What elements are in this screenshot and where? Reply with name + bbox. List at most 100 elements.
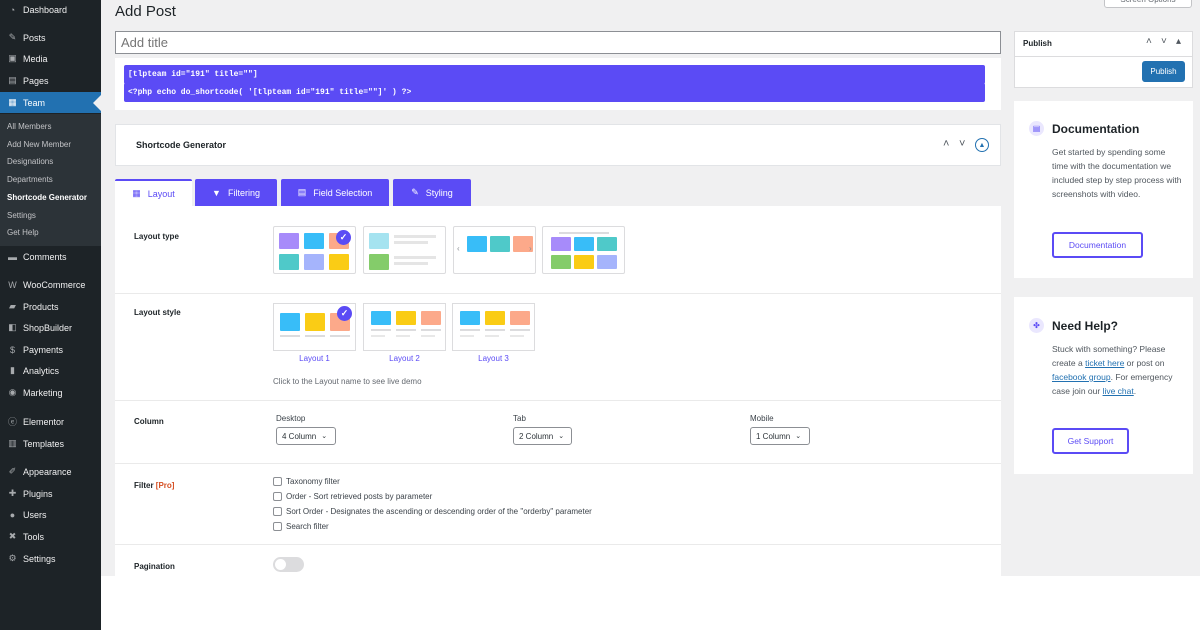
sidebar-item-shopbuilder[interactable]: ◧ ShopBuilder (0, 317, 101, 338)
layout-type-list-option[interactable] (363, 226, 446, 274)
pagination-toggle[interactable] (273, 557, 304, 572)
layout-type-filter-option[interactable] (542, 226, 625, 274)
layout-style-1-link[interactable]: Layout 1 (273, 354, 356, 363)
tab-filtering[interactable]: ▼ Filtering (195, 179, 277, 206)
shortcode-text[interactable]: [tlpteam id="191" title=""] (124, 65, 985, 84)
sidebar-item-users[interactable]: ● Users (0, 504, 101, 525)
sidebar-item-products[interactable]: ▰ Products (0, 296, 101, 317)
sidebar-item-media[interactable]: ▣ Media (0, 48, 101, 69)
submenu-item-shortcode-generator[interactable]: Shortcode Generator (7, 193, 87, 202)
divider (115, 293, 1001, 294)
tab-styling[interactable]: ✎ Styling (393, 179, 471, 206)
sidebar-item-comments[interactable]: ▬ Comments (0, 246, 101, 267)
collapse-toggle-icon[interactable]: ▲ (975, 138, 989, 152)
post-title-input[interactable] (115, 31, 1001, 54)
tab-column-value: 2 Column (519, 431, 554, 441)
documentation-button[interactable]: Documentation (1052, 232, 1143, 258)
layout-type-grid-option[interactable]: ✓ (273, 226, 356, 274)
selected-check-icon: ✓ (337, 306, 352, 321)
sidebar-item-marketing[interactable]: ◉ Marketing (0, 382, 101, 403)
submenu-item-settings[interactable]: Settings (7, 211, 36, 220)
elementor-icon: ⓔ (7, 417, 17, 427)
sidebar-item-appearance[interactable]: ✐ Appearance (0, 461, 101, 482)
checkbox[interactable] (273, 507, 282, 516)
tab-layout[interactable]: ▦ Layout (115, 179, 192, 206)
sidebar-item-label: Users (23, 509, 47, 520)
screen-options-button[interactable]: Screen Options (1104, 0, 1192, 8)
sidebar-item-label: Pages (23, 75, 49, 86)
chevron-up-icon[interactable]: ˄ (1146, 36, 1152, 47)
chevron-down-icon: ⌄ (558, 433, 565, 440)
help-text: or post on (1124, 358, 1165, 368)
ticket-link[interactable]: ticket here (1085, 358, 1124, 368)
filter-label-text: Filter (134, 481, 154, 490)
sidebar-item-tools[interactable]: ✖ Tools (0, 526, 101, 547)
layout-tile (369, 254, 389, 270)
tools-icon: ✖ (8, 531, 17, 541)
documentation-card: ▤ Documentation Get started by spending … (1014, 101, 1193, 278)
taxonomy-filter-checkbox[interactable]: Taxonomy filter (273, 477, 340, 486)
layout-type-slider-option[interactable]: ‹ › (453, 226, 536, 274)
submenu-item-departments[interactable]: Departments (7, 175, 53, 184)
sidebar-item-dashboard[interactable]: ◔ Dashboard (0, 0, 101, 20)
layout-style-1-option[interactable]: ✓ (273, 303, 356, 351)
tab-column-select[interactable]: 2 Column ⌄ (513, 427, 572, 445)
submenu-item-designations[interactable]: Designations (7, 157, 53, 166)
documentation-text: Get started by spending some time with t… (1052, 147, 1182, 199)
desktop-column-select[interactable]: 4 Column ⌄ (276, 427, 336, 445)
caption-line (485, 335, 499, 337)
php-shortcode-text[interactable]: <?php echo do_shortcode( '[tlpteam id="1… (124, 83, 985, 102)
sidebar-item-woocommerce[interactable]: W WooCommerce (0, 274, 101, 295)
layout-style-3-link[interactable]: Layout 3 (452, 354, 535, 363)
sidebar-item-plugins[interactable]: ✚ Plugins (0, 483, 101, 504)
sidebar-item-elementor[interactable]: ⓔ Elementor (0, 411, 101, 432)
submenu-item-get-help[interactable]: Get Help (7, 228, 39, 237)
sidebar-item-label: Products (23, 301, 59, 312)
tab-label: Tab (513, 414, 526, 423)
layout-style-3-option[interactable] (452, 303, 535, 351)
layout-style-2-option[interactable] (363, 303, 446, 351)
checkbox-label: Order - Sort retrieved posts by paramete… (286, 492, 433, 501)
facebook-group-link[interactable]: facebook group (1052, 372, 1111, 382)
order-filter-checkbox[interactable]: Order - Sort retrieved posts by paramete… (273, 492, 432, 501)
publish-button[interactable]: Publish (1142, 61, 1185, 82)
get-support-button[interactable]: Get Support (1052, 428, 1129, 454)
sidebar-item-posts[interactable]: ✎ Posts (0, 27, 101, 48)
media-icon: ▣ (8, 53, 17, 63)
mobile-column-select[interactable]: 1 Column ⌄ (750, 427, 810, 445)
tab-field-selection[interactable]: ▤ Field Selection (281, 179, 389, 206)
checkbox[interactable] (273, 522, 282, 531)
sidebar-item-settings[interactable]: ⚙ Settings (0, 548, 101, 569)
chevron-down-icon[interactable]: ˅ (1161, 36, 1167, 47)
layout-tile (396, 311, 416, 325)
layout-style-2-link[interactable]: Layout 2 (363, 354, 446, 363)
search-filter-checkbox[interactable]: Search filter (273, 522, 329, 531)
submenu-item-all-members[interactable]: All Members (7, 122, 51, 131)
column-label: Column (134, 417, 164, 426)
sort-order-filter-checkbox[interactable]: Sort Order - Designates the ascending or… (273, 507, 592, 516)
collapse-arrow-icon[interactable]: ▴ (1176, 36, 1181, 47)
list-line (394, 262, 428, 265)
content-footer-area (101, 576, 1200, 630)
layout-hint: Click to the Layout name to see live dem… (273, 377, 422, 386)
selected-check-icon: ✓ (336, 230, 351, 245)
layout-tile (510, 311, 530, 325)
dashboard-icon: ◔ (9, 4, 16, 15)
chevron-down-icon[interactable]: ˅ (959, 138, 965, 150)
live-chat-link[interactable]: live chat (1103, 386, 1134, 396)
sidebar-item-pages[interactable]: ▤ Pages (0, 70, 101, 91)
sidebar-item-analytics[interactable]: ▮ Analytics (0, 360, 101, 381)
support-icon: ✤ (1029, 318, 1044, 333)
sidebar-item-team[interactable]: ▦ Team (0, 92, 101, 113)
layout-icon: ▦ (132, 188, 141, 198)
layout-tile (467, 236, 487, 252)
sidebar-item-payments[interactable]: $ Payments (0, 339, 101, 360)
sidebar-item-templates[interactable]: ▥ Templates (0, 433, 101, 454)
checkbox[interactable] (273, 477, 282, 486)
checkbox[interactable] (273, 492, 282, 501)
submenu-item-add-new-member[interactable]: Add New Member (7, 140, 71, 149)
layout-tile (421, 311, 441, 325)
chevron-up-icon[interactable]: ˄ (943, 138, 949, 150)
need-help-text: Stuck with something? Please create a ti… (1052, 342, 1182, 398)
plugins-icon: ✚ (8, 488, 17, 498)
